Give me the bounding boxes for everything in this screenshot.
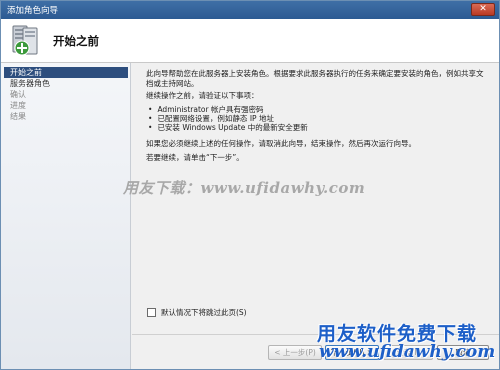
skip-page-label[interactable]: 默认情况下将跳过此页(S) [161, 307, 247, 318]
sidebar-item-results: 结果 [10, 112, 26, 121]
title-bar: 添加角色向导 ✕ [1, 1, 499, 19]
list-item: 已配置网络设置，例如静态 IP 地址 [148, 114, 308, 123]
sidebar-item-confirmation: 确认 [10, 90, 26, 99]
sidebar-item-progress: 进度 [10, 101, 26, 110]
wizard-content: 此向导帮助您在此服务器上安装角色。根据要求此服务器执行的任务来确定要安装的角色，… [132, 63, 499, 343]
wizard-header: 开始之前 [1, 19, 499, 63]
sidebar-item-server-roles[interactable]: 服务器角色 [4, 78, 128, 89]
prerequisite-list: Administrator 帐户具有强密码 已配置网络设置，例如静态 IP 地址… [148, 105, 308, 132]
list-item: Administrator 帐户具有强密码 [148, 105, 308, 114]
sidebar-item-before-you-begin[interactable]: 开始之前 [4, 67, 128, 78]
skip-page-checkbox[interactable] [147, 307, 156, 317]
page-title: 开始之前 [53, 34, 99, 48]
skip-page-option[interactable]: 默认情况下将跳过此页(S) [147, 307, 247, 317]
add-roles-wizard-window: 添加角色向导 ✕ 开始之前 开始之前 服务器角色 确认 进度 结果 此向导帮助您… [0, 0, 500, 370]
close-button[interactable]: ✕ [471, 3, 495, 16]
wizard-steps-sidebar: 开始之前 服务器角色 确认 进度 结果 [1, 63, 131, 369]
next-note: 若要继续，请单击“下一步”。 [146, 153, 244, 162]
previous-button[interactable]: < 上一步(P) [268, 345, 322, 360]
watermark-center-text: 用友下载：www.ufidawhy.com [123, 179, 366, 197]
list-item: 已安装 Windows Update 中的最新安全更新 [148, 123, 307, 132]
window-title: 添加角色向导 [7, 6, 59, 16]
verify-heading: 继续操作之前，请验证以下事项： [146, 91, 259, 100]
cancel-note: 如果您必须继续上述的任何操作，请取消此向导，结束操作，然后再次运行向导。 [146, 139, 416, 148]
server-roles-wizard-icon [12, 25, 38, 56]
watermark-url-text: www.ufidawhy.com [319, 342, 496, 362]
intro-text: 此向导帮助您在此服务器上安装角色。根据要求此服务器执行的任务来确定要安装的角色，… [146, 69, 484, 88]
